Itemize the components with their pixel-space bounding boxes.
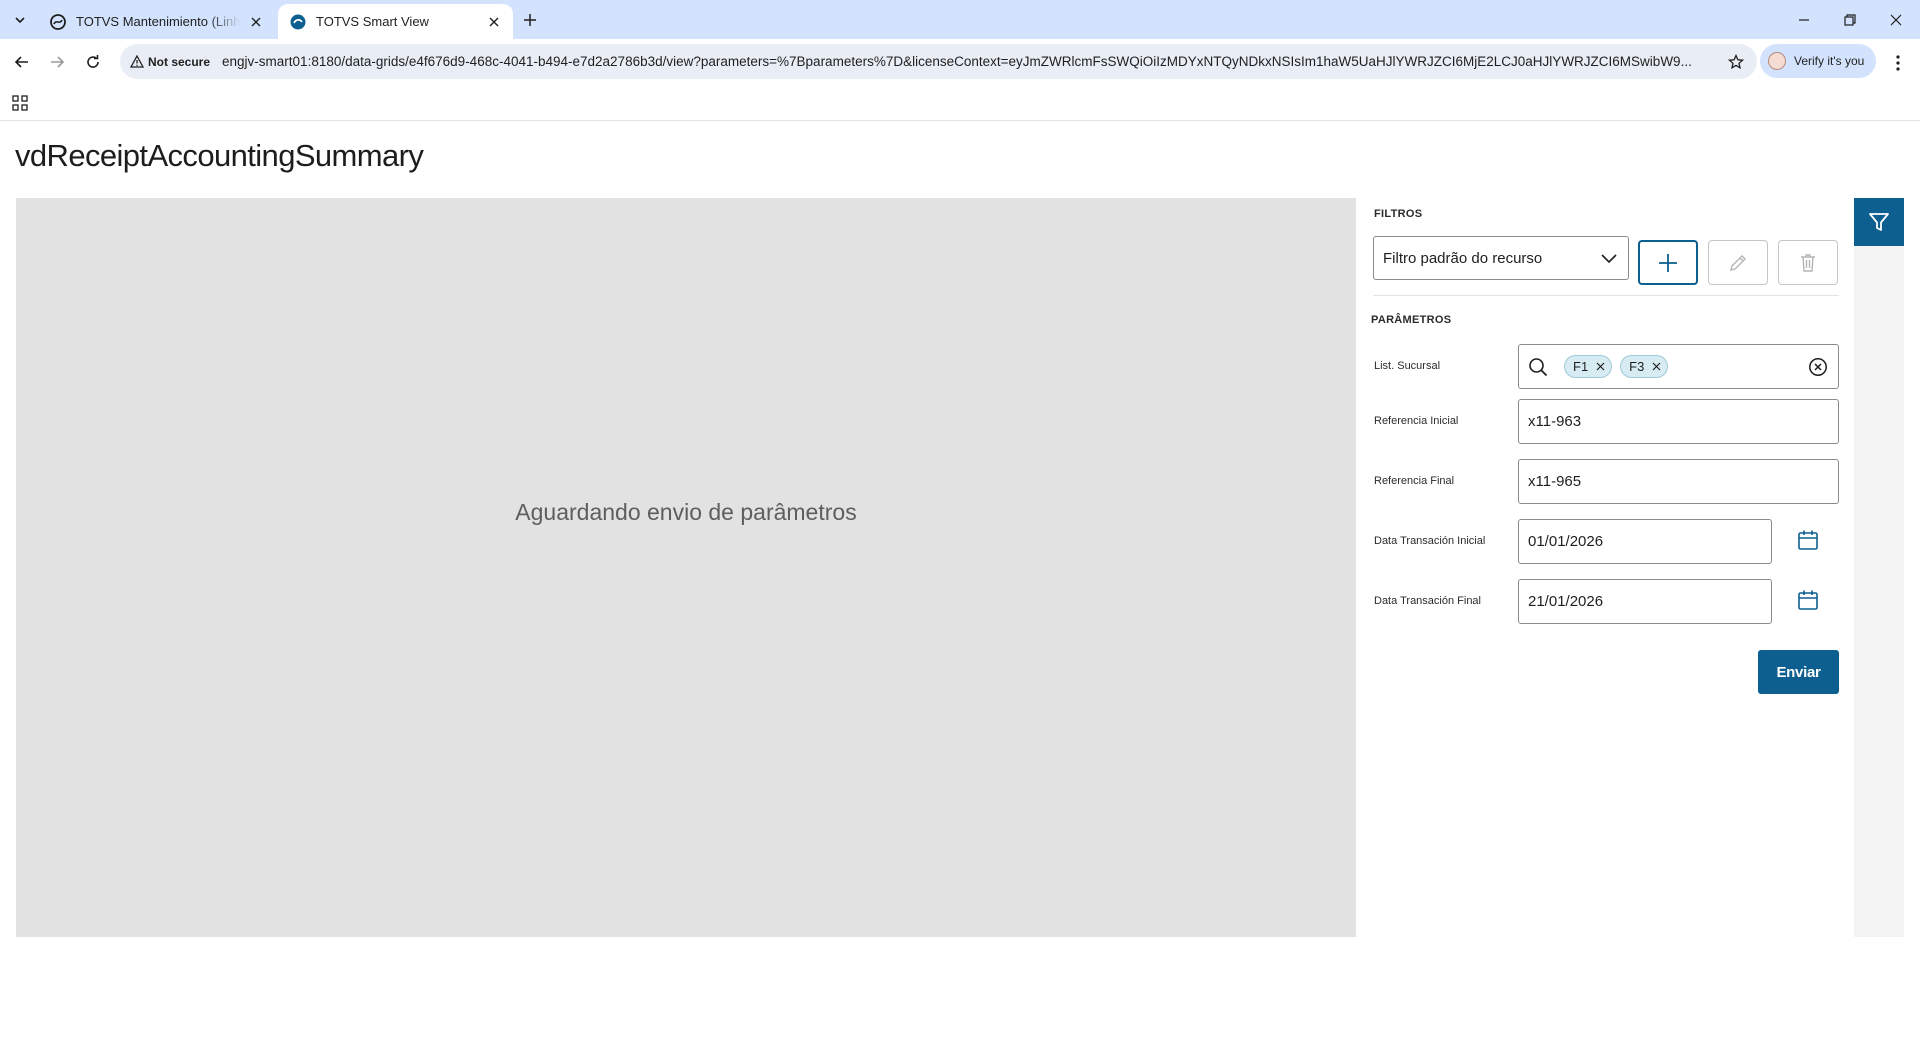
section-divider (1373, 295, 1839, 296)
filter-panel-toggle-button[interactable] (1854, 198, 1904, 246)
parameters-section-title: PARÂMETROS (1371, 314, 1452, 326)
referencia-inicial-label: Referencia Inicial (1374, 415, 1459, 427)
side-strip (1854, 198, 1904, 937)
minimize-icon (1799, 18, 1809, 21)
report-viewer-area: Aguardando envio de parâmetros (16, 198, 1356, 937)
browser-toolbar: Not secure engjv-smart01:8180/data-grids… (0, 39, 1920, 85)
calendar-icon[interactable] (1796, 588, 1820, 612)
more-vertical-icon (1896, 55, 1900, 71)
filter-panel (1356, 198, 1854, 937)
browser-tab-totvs-smart-view[interactable]: TOTVS Smart View (278, 4, 513, 39)
referencia-final-label: Referencia Final (1374, 475, 1455, 487)
profile-label: Verify it's you (1794, 54, 1865, 68)
chip-label: F3 (1629, 359, 1645, 374)
chevron-down-icon (15, 17, 25, 24)
tab-title: TOTVS Smart View (316, 14, 429, 29)
plus-icon (1659, 253, 1677, 272)
filter-select[interactable]: Filtro padrão do recurso (1373, 236, 1629, 280)
restore-icon (1844, 13, 1856, 26)
search-icon (1528, 357, 1548, 377)
apps-button[interactable] (10, 93, 30, 113)
pencil-icon (1730, 254, 1746, 271)
url-text: engjv-smart01:8180/data-grids/e4f676d9-4… (222, 54, 1692, 69)
warning-icon (130, 55, 144, 68)
bookmark-star-button[interactable] (1725, 51, 1747, 73)
close-icon[interactable] (247, 13, 265, 31)
star-icon (1728, 54, 1744, 70)
arrow-right-icon (51, 56, 65, 68)
new-tab-button[interactable] (518, 8, 542, 32)
clear-all-icon[interactable] (1808, 357, 1828, 381)
data-inicial-label: Data Transación Inicial (1374, 535, 1486, 547)
filters-section-title: FILTROS (1374, 208, 1423, 220)
sucursal-chip: F1 (1564, 355, 1613, 378)
smart-view-favicon-icon (290, 14, 306, 30)
edit-filter-button[interactable] (1708, 240, 1768, 285)
send-button[interactable]: Enviar (1758, 650, 1839, 694)
chip-label: F1 (1573, 359, 1589, 374)
minimize-button[interactable] (1781, 0, 1827, 39)
filter-icon (1869, 213, 1889, 231)
avatar (1768, 52, 1786, 70)
remove-chip-icon[interactable] (1651, 362, 1661, 372)
close-icon[interactable] (485, 13, 503, 31)
filter-select-value: Filtro padrão do recurso (1383, 249, 1543, 267)
restore-button[interactable] (1827, 0, 1873, 39)
reload-button[interactable] (78, 47, 108, 77)
browser-tab-totvs-mantenimiento[interactable]: TOTVS Mantenimiento (Linha D (38, 4, 275, 39)
delete-filter-button[interactable] (1778, 240, 1838, 285)
security-indicator[interactable]: Not secure (130, 55, 210, 69)
apps-grid-icon (12, 95, 28, 111)
list-sucursal-multiselect[interactable]: F1 F3 (1518, 344, 1839, 389)
sucursal-chip: F3 (1620, 355, 1669, 378)
security-label: Not secure (148, 54, 211, 69)
page-title: vdReceiptAccountingSummary (15, 138, 424, 173)
reload-icon (87, 55, 99, 68)
profile-verify-button[interactable]: Verify it's you (1760, 44, 1876, 78)
calendar-icon[interactable] (1796, 528, 1820, 552)
data-final-label: Data Transación Final (1374, 595, 1481, 607)
chevron-down-icon (1601, 254, 1617, 264)
forward-button[interactable] (42, 47, 72, 77)
back-button[interactable] (7, 47, 37, 77)
add-filter-button[interactable] (1638, 240, 1698, 285)
referencia-inicial-input[interactable]: x11-963 (1518, 399, 1839, 444)
trash-icon (1801, 253, 1815, 272)
bookmarks-bar (0, 85, 1920, 121)
list-sucursal-label: List. Sucursal (1374, 360, 1441, 372)
totvs-favicon-icon (50, 13, 66, 30)
plus-icon (524, 14, 536, 26)
remove-chip-icon[interactable] (1595, 362, 1605, 372)
referencia-final-input[interactable]: x11-965 (1518, 459, 1839, 504)
address-bar[interactable]: Not secure engjv-smart01:8180/data-grids… (120, 44, 1757, 79)
browser-menu-button[interactable] (1888, 52, 1908, 74)
data-inicial-input[interactable]: 01/01/2026 (1518, 519, 1772, 564)
browser-tab-strip: TOTVS Mantenimiento (Linha D TOTVS Smart… (0, 0, 1920, 39)
close-icon (1890, 14, 1902, 25)
tab-search-button[interactable] (8, 8, 32, 32)
close-window-button[interactable] (1873, 0, 1919, 39)
tab-title: TOTVS Mantenimiento (Linha D (76, 14, 241, 29)
data-final-input[interactable]: 21/01/2026 (1518, 579, 1772, 624)
waiting-message: Aguardando envio de parâmetros (515, 499, 857, 525)
arrow-left-icon (14, 56, 28, 68)
